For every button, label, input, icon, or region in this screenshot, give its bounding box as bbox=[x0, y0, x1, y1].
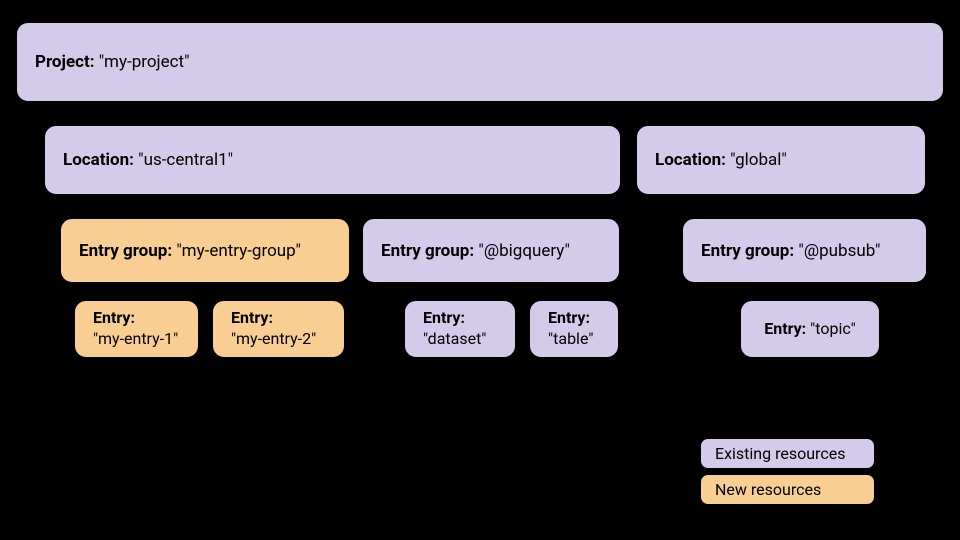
entry-group-label: Entry group bbox=[79, 241, 167, 261]
location-value: "us-central1" bbox=[138, 150, 233, 170]
location-box-us-central1: Location: "us-central1" bbox=[44, 125, 621, 195]
entry-box-topic: Entry: "topic" bbox=[740, 300, 880, 358]
entry-value: "table" bbox=[548, 329, 593, 350]
entry-group-label: Entry group bbox=[701, 241, 789, 261]
entry-box-table: Entry: "table" bbox=[529, 300, 619, 358]
legend-new-label: New resources bbox=[715, 480, 821, 499]
entry-label: Entry bbox=[231, 308, 268, 327]
entry-group-value: "@bigquery" bbox=[478, 241, 570, 261]
entry-label: Entry bbox=[764, 319, 801, 338]
entry-group-value: "my-entry-group" bbox=[176, 241, 301, 261]
entry-value: "dataset" bbox=[423, 329, 486, 350]
entry-box-my-entry-1: Entry: "my-entry-1" bbox=[74, 300, 199, 358]
entry-label: Entry bbox=[93, 308, 130, 327]
legend-new: New resources bbox=[700, 474, 875, 505]
location-label: Location bbox=[63, 150, 129, 170]
entry-value: "topic" bbox=[810, 319, 856, 338]
location-box-global: Location: "global" bbox=[636, 125, 926, 195]
legend-existing-label: Existing resources bbox=[715, 444, 845, 463]
entry-group-box-pubsub: Entry group: "@pubsub" bbox=[682, 218, 927, 283]
location-label: Location bbox=[655, 150, 721, 170]
project-label: Project bbox=[35, 52, 90, 72]
project-value: "my-project" bbox=[99, 52, 190, 72]
legend-existing: Existing resources bbox=[700, 438, 875, 469]
entry-group-value: "@pubsub" bbox=[798, 241, 880, 261]
entry-label: Entry bbox=[423, 308, 460, 327]
entry-value: "my-entry-2" bbox=[231, 329, 316, 350]
entry-label: Entry bbox=[548, 308, 585, 327]
location-value: "global" bbox=[730, 150, 787, 170]
entry-box-dataset: Entry: "dataset" bbox=[404, 300, 516, 358]
entry-group-label: Entry group bbox=[381, 241, 469, 261]
entry-box-my-entry-2: Entry: "my-entry-2" bbox=[212, 300, 345, 358]
entry-group-box-bigquery: Entry group: "@bigquery" bbox=[362, 218, 620, 283]
entry-value: "my-entry-1" bbox=[93, 329, 178, 350]
entry-group-box-my-entry-group: Entry group: "my-entry-group" bbox=[60, 218, 350, 283]
project-box: Project: "my-project" bbox=[16, 22, 944, 102]
